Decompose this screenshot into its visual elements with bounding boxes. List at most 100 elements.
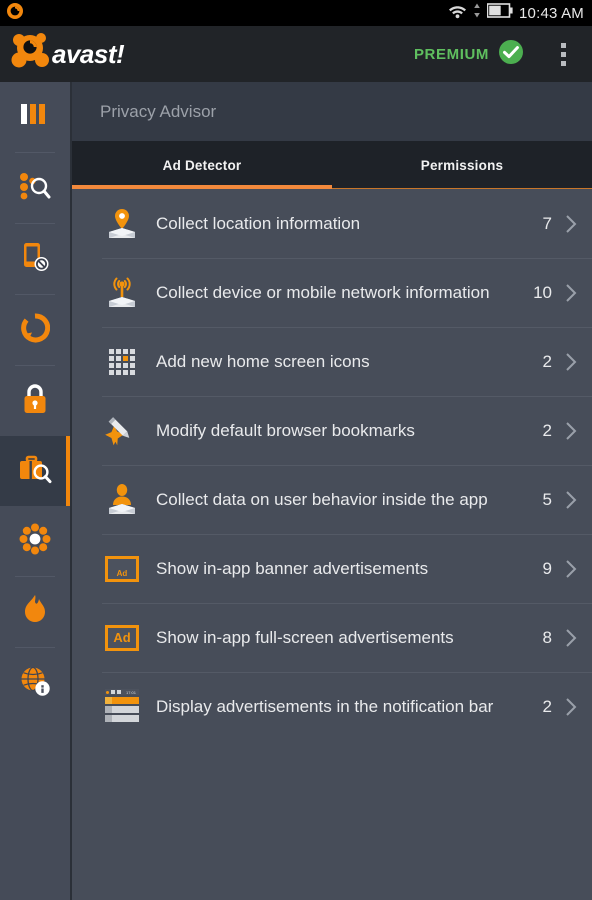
overflow-dot bbox=[560, 42, 566, 48]
avast-notification-icon bbox=[6, 2, 24, 25]
grid-cell bbox=[123, 369, 128, 375]
grid-cell bbox=[109, 355, 114, 361]
sidebar-item-scan[interactable] bbox=[0, 153, 70, 223]
overflow-dot bbox=[560, 60, 566, 66]
list-item[interactable]: Add new home screen icons 2 bbox=[72, 327, 592, 396]
chevron-right-icon[interactable] bbox=[564, 213, 578, 235]
grid-cell bbox=[130, 369, 135, 375]
grid-cell bbox=[109, 362, 114, 368]
chevron-right-icon[interactable] bbox=[564, 282, 578, 304]
ad-fullscreen-label: Ad bbox=[113, 630, 131, 645]
chevron-right-icon[interactable] bbox=[564, 351, 578, 373]
notif-row-icon bbox=[105, 706, 112, 713]
list-item-label: Show in-app full-screen advertisements bbox=[156, 627, 454, 647]
avast-logo[interactable]: avast! bbox=[0, 30, 125, 79]
sidebar-item-app-locking[interactable] bbox=[0, 366, 70, 436]
list-item-count: 7 bbox=[542, 213, 552, 233]
chevron-right-icon[interactable] bbox=[564, 558, 578, 580]
sidebar bbox=[0, 82, 70, 900]
sidebar-item-firewall[interactable] bbox=[0, 577, 70, 647]
list-item-count: 5 bbox=[542, 489, 552, 509]
premium-check-icon bbox=[498, 39, 524, 70]
grid-cell bbox=[116, 369, 121, 375]
app-bar: avast! PREMIUM bbox=[0, 26, 592, 82]
tab-bar: Ad Detector Permissions bbox=[72, 141, 592, 189]
tab-permissions[interactable]: Permissions bbox=[332, 141, 592, 189]
signal-waves-envelope-icon bbox=[102, 273, 142, 313]
list-item[interactable]: Collect location information 7 bbox=[72, 189, 592, 258]
location-pin-envelope-icon bbox=[102, 204, 142, 244]
phone-block-icon bbox=[19, 241, 51, 278]
list-item-label: Display advertisements in the notificati… bbox=[156, 696, 494, 716]
grid-cell bbox=[116, 362, 121, 368]
grid-cell bbox=[130, 348, 135, 354]
chevron-right-icon[interactable] bbox=[564, 696, 578, 718]
grid-cell bbox=[130, 355, 135, 361]
person-envelope-icon bbox=[102, 480, 142, 520]
refresh-circle-icon bbox=[20, 312, 51, 348]
list-item-count: 2 bbox=[542, 420, 552, 440]
status-bar-right: 10:43 AM bbox=[448, 3, 592, 24]
list-item-count: 2 bbox=[542, 351, 552, 371]
list-item[interactable]: Ad Show in-app banner advertisements 9 bbox=[72, 534, 592, 603]
sidebar-item-backup[interactable] bbox=[0, 295, 70, 365]
briefcase-magnifier-icon bbox=[18, 454, 52, 489]
avast-ball-icon bbox=[10, 30, 56, 79]
notif-star bbox=[105, 697, 112, 704]
page-title: Privacy Advisor bbox=[72, 82, 592, 141]
notif-statusbar: 17:01 bbox=[105, 689, 139, 695]
grid-cell bbox=[109, 369, 114, 375]
notif-row-icon bbox=[105, 715, 112, 722]
status-bar-clock: 10:43 AM bbox=[519, 4, 584, 22]
pencil-star-icon bbox=[102, 411, 142, 451]
sidebar-item-dashboard[interactable] bbox=[0, 82, 70, 152]
ad-banner-label: Ad bbox=[116, 568, 128, 578]
grid-cell bbox=[109, 348, 114, 354]
list-item-count: 2 bbox=[542, 696, 552, 716]
notification-bar-ad-icon: 17:01 bbox=[102, 687, 142, 727]
list-item[interactable]: Collect device or mobile network informa… bbox=[72, 258, 592, 327]
list-item[interactable]: Collect data on user behavior inside the… bbox=[72, 465, 592, 534]
sidebar-item-privacy-advisor[interactable] bbox=[0, 436, 70, 506]
list-item-label: Collect device or mobile network informa… bbox=[156, 282, 490, 302]
list-item[interactable]: 17:01 Display advertisements in the noti… bbox=[72, 672, 592, 741]
ad-banner-icon: Ad bbox=[102, 549, 142, 589]
flame-icon bbox=[22, 594, 48, 631]
grid-cell-highlight bbox=[123, 355, 128, 361]
list-item-count: 9 bbox=[542, 558, 552, 578]
list-item-label: Collect data on user behavior inside the… bbox=[156, 489, 488, 509]
notif-row bbox=[105, 715, 139, 722]
list-item-count: 10 bbox=[533, 282, 552, 302]
sidebar-item-cleanup[interactable] bbox=[0, 506, 70, 576]
list-item[interactable]: Modify default browser bookmarks 2 bbox=[72, 396, 592, 465]
grid-cell bbox=[130, 362, 135, 368]
grid-cell bbox=[116, 355, 121, 361]
status-bar: 10:43 AM bbox=[0, 0, 592, 26]
globe-info-icon bbox=[19, 665, 51, 702]
avast-wordmark: avast! bbox=[52, 38, 125, 69]
notif-sq bbox=[117, 690, 121, 694]
notif-time: 17:01 bbox=[126, 689, 137, 695]
overflow-dot bbox=[560, 51, 566, 57]
chevron-right-icon[interactable] bbox=[564, 627, 578, 649]
premium-badge[interactable]: PREMIUM bbox=[414, 39, 524, 70]
scan-magnifier-icon bbox=[18, 171, 52, 206]
grid-cell bbox=[123, 348, 128, 354]
chevron-right-icon[interactable] bbox=[564, 420, 578, 442]
overflow-menu-button[interactable] bbox=[546, 32, 580, 76]
grid-cell bbox=[123, 362, 128, 368]
list-item-count: 8 bbox=[542, 627, 552, 647]
tab-ad-detector[interactable]: Ad Detector bbox=[72, 141, 332, 189]
sidebar-item-call-blocker[interactable] bbox=[0, 224, 70, 294]
sidebar-item-network-meter[interactable] bbox=[0, 648, 70, 718]
notif-ad-row bbox=[105, 697, 139, 704]
chevron-right-icon[interactable] bbox=[564, 489, 578, 511]
list-item-label: Add new home screen icons bbox=[156, 351, 370, 371]
list-item[interactable]: Ad Show in-app full-screen advertisement… bbox=[72, 603, 592, 672]
notif-dot bbox=[106, 690, 109, 694]
notif-row bbox=[105, 706, 139, 713]
list-item-label: Modify default browser bookmarks bbox=[156, 420, 415, 440]
dashboard-bars-icon bbox=[20, 102, 50, 133]
battery-icon bbox=[486, 3, 513, 23]
padlock-icon bbox=[21, 383, 49, 420]
